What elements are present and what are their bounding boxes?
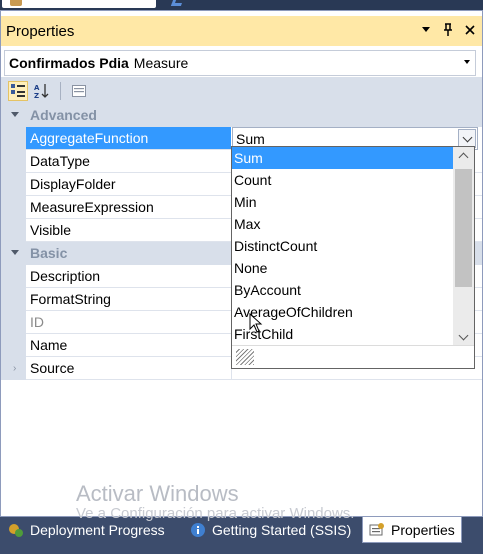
dropdown-option[interactable]: ByAccount: [232, 279, 453, 301]
tab-label: Getting Started (SSIS): [212, 522, 352, 538]
row-gutter: [1, 311, 26, 334]
collapse-caret-icon: [11, 112, 19, 117]
tab-deployment-progress[interactable]: Deployment Progress: [8, 517, 165, 543]
panel-titlebar: Properties: [1, 16, 482, 46]
expand-gutter[interactable]: ›: [1, 357, 26, 380]
property-name: Description: [26, 265, 231, 288]
resize-grip-icon[interactable]: [236, 349, 254, 365]
property-name: ID: [26, 311, 231, 334]
property-name: AggregateFunction: [26, 127, 231, 150]
row-gutter: [1, 288, 26, 311]
dropdown-option[interactable]: DistinctCount: [232, 235, 453, 257]
document-tab-icon: [10, 0, 22, 6]
object-type: Measure: [133, 55, 189, 71]
dropdown-option[interactable]: Min: [232, 191, 453, 213]
activation-watermark-title: Activar Windows: [76, 481, 239, 506]
document-tab[interactable]: [2, 0, 156, 8]
scrollbar-thumb[interactable]: [455, 169, 472, 287]
top-strip: [0, 0, 483, 10]
collapse-caret-icon: [11, 250, 19, 255]
tab-label: Properties: [391, 521, 455, 538]
tab-properties[interactable]: Properties: [362, 517, 462, 543]
properties-toolbar: A Z: [1, 77, 482, 104]
chevron-up-icon: [458, 152, 469, 163]
dropdown-scrollbar[interactable]: [453, 147, 474, 346]
tab-label: Deployment Progress: [30, 522, 165, 538]
toolbar-separator: [60, 81, 61, 100]
dropdown-options: Sum Count Min Max DistinctCount None ByA…: [232, 147, 474, 345]
alphabetical-icon[interactable]: A Z: [32, 81, 52, 101]
object-selector[interactable]: Confirmados Pdia Measure: [4, 50, 476, 76]
info-icon: [190, 522, 206, 538]
category-advanced[interactable]: Advanced: [1, 104, 482, 127]
row-gutter: [1, 219, 26, 242]
chevron-down-icon: [462, 132, 472, 142]
tab-getting-started[interactable]: Getting Started (SSIS): [190, 517, 351, 543]
row-gutter: [1, 265, 26, 288]
row-gutter: [1, 196, 26, 219]
object-name: Confirmados Pdia: [9, 55, 129, 71]
title-buttons: [420, 22, 476, 38]
row-gutter: [1, 127, 26, 150]
row-gutter: [1, 150, 26, 173]
panel-title: Properties: [6, 22, 75, 40]
dropdown-option[interactable]: AverageOfChildren: [232, 301, 453, 323]
pin-icon[interactable]: [442, 22, 454, 38]
properties-tab-icon: [369, 522, 385, 538]
property-name: Source: [26, 357, 231, 380]
category-label: Advanced: [30, 107, 97, 123]
dropdown-option[interactable]: Max: [232, 213, 453, 235]
object-selector-dropdown-icon[interactable]: [464, 60, 470, 64]
aggregate-function-dropdown-list: Sum Count Min Max DistinctCount None ByA…: [231, 146, 475, 369]
property-pages-icon[interactable]: [69, 81, 89, 101]
row-gutter: [1, 334, 26, 357]
deployment-icon: [8, 522, 24, 538]
category-expander[interactable]: [1, 104, 26, 127]
property-name: Visible: [26, 219, 231, 242]
categorized-icon[interactable]: [8, 80, 28, 101]
close-icon[interactable]: [464, 22, 476, 38]
expand-caret-icon: ›: [13, 363, 17, 374]
property-name: Name: [26, 334, 231, 357]
property-name: MeasureExpression: [26, 196, 231, 219]
svg-text:A: A: [34, 84, 40, 92]
dropdown-option[interactable]: Sum: [232, 147, 453, 169]
scroll-up-button[interactable]: [453, 147, 474, 164]
dropdown-resize-bar: [232, 345, 474, 368]
svg-text:Z: Z: [34, 92, 39, 99]
category-expander[interactable]: [1, 242, 26, 265]
bottom-tab-bar: Deployment Progress Getting Started (SSI…: [0, 517, 483, 554]
property-name: DataType: [26, 150, 231, 173]
row-gutter: [1, 173, 26, 196]
dropdown-option[interactable]: None: [232, 257, 453, 279]
window-position-dropdown-icon[interactable]: [420, 22, 432, 38]
chevron-down-icon: [458, 330, 469, 341]
aggregate-function-value: Sum: [236, 130, 265, 147]
dropdown-option[interactable]: FirstChild: [232, 323, 453, 345]
top-arrow-icon: [170, 0, 184, 6]
mouse-cursor-icon: [249, 313, 263, 333]
dropdown-option[interactable]: Count: [232, 169, 453, 191]
property-name: DisplayFolder: [26, 173, 231, 196]
property-name: FormatString: [26, 288, 231, 311]
scroll-down-button[interactable]: [453, 329, 474, 346]
